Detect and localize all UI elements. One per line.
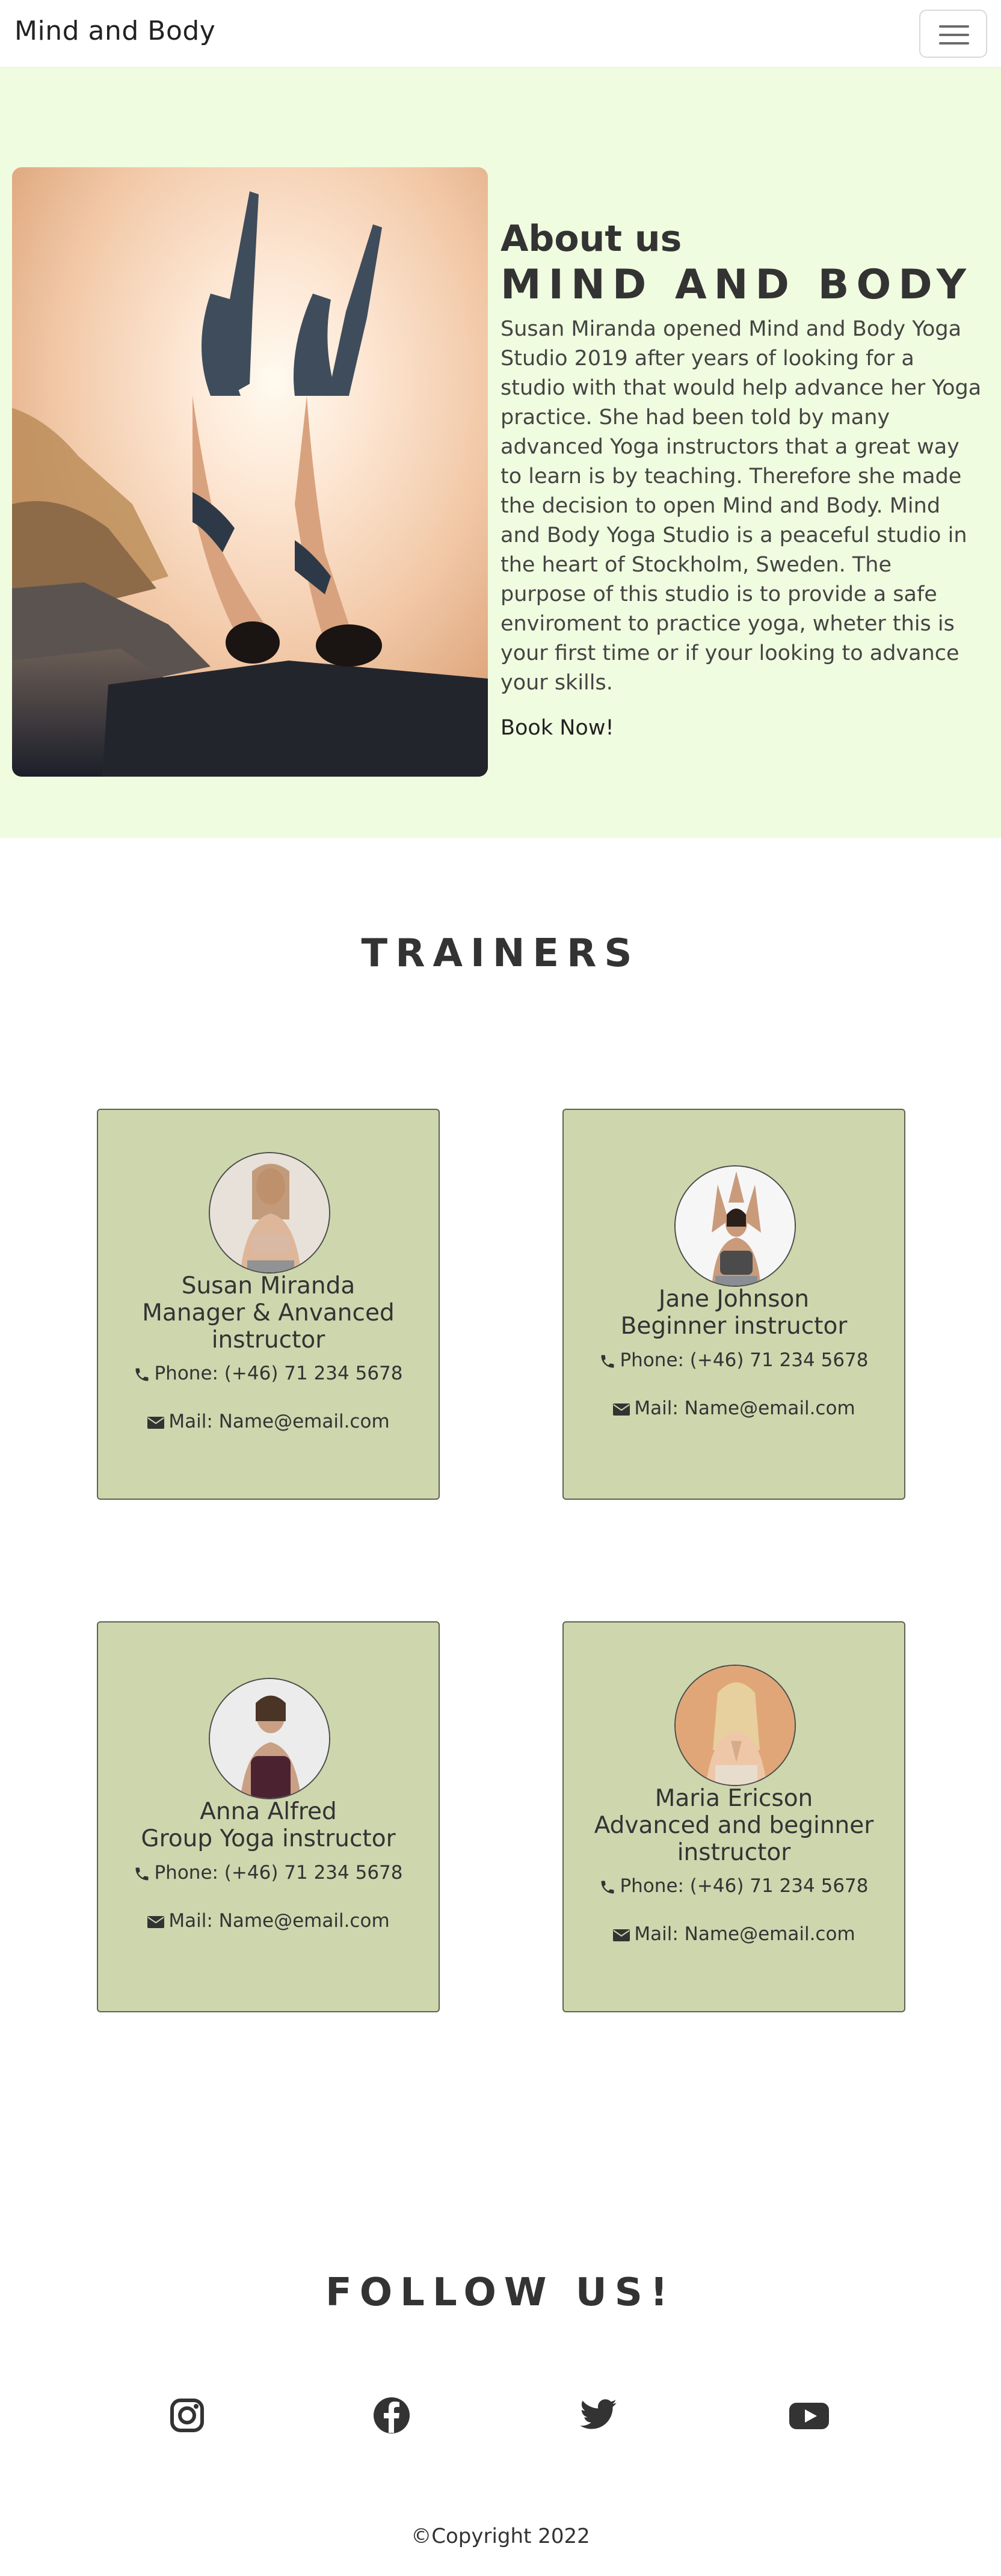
facebook-icon[interactable] <box>372 2396 411 2435</box>
follow-title: FOLLOW US! <box>325 2270 676 2315</box>
trainer-name: Jane Johnson <box>658 1286 810 1313</box>
mail-icon <box>147 1915 165 1928</box>
phone-icon <box>601 1355 614 1367</box>
about-heading: About us <box>500 218 682 260</box>
trainer-phone-text: Phone: (+46) 71 234 5678 <box>620 1349 869 1371</box>
phone-icon <box>135 1867 149 1880</box>
about-section: About us MIND AND BODY Susan Miranda ope… <box>0 68 1001 838</box>
trainer-phone-text: Phone: (+46) 71 234 5678 <box>154 1862 403 1884</box>
trainer-name: Maria Ericson <box>654 1785 813 1812</box>
trainer-mail: Mail: Name@email.com <box>564 1397 904 1419</box>
about-body: Susan Miranda opened Mind and Body Yoga … <box>500 317 982 695</box>
mail-icon <box>613 1929 630 1941</box>
trainer-phone: Phone: (+46) 71 234 5678 <box>564 1875 904 1897</box>
copyright-text: ©Copyright 2022 <box>411 2524 590 2548</box>
trainer-phone: Phone: (+46) 71 234 5678 <box>98 1363 439 1384</box>
yoga-headstand-photo <box>12 167 488 777</box>
youtube-icon[interactable] <box>788 2396 829 2435</box>
trainer-card: Jane Johnson Beginner instructor Phone: … <box>562 1109 905 1500</box>
trainer-mail-text: Mail: Name@email.com <box>634 1923 855 1945</box>
menu-toggle-button[interactable] <box>919 10 987 58</box>
trainer-avatar <box>209 1152 330 1274</box>
phone-icon <box>135 1368 149 1381</box>
trainer-role: Group Yoga instructor <box>141 1825 396 1852</box>
about-text: About us MIND AND BODY Susan Miranda ope… <box>500 217 982 740</box>
trainer-phone-text: Phone: (+46) 71 234 5678 <box>620 1875 869 1897</box>
trainer-mail: Mail: Name@email.com <box>98 1910 439 1932</box>
navbar: Mind and Body <box>0 0 1001 68</box>
mail-icon <box>613 1403 630 1416</box>
mail-icon <box>147 1416 165 1429</box>
trainers-title: TRAINERS <box>361 931 640 976</box>
trainer-mail: Mail: Name@email.com <box>564 1923 904 1945</box>
hamburger-icon-line <box>939 34 969 36</box>
hamburger-icon-line <box>939 42 969 45</box>
trainer-name: Susan Miranda <box>181 1272 356 1299</box>
trainer-card: Maria Ericson Advanced and beginner inst… <box>562 1621 905 2012</box>
trainer-mail: Mail: Name@email.com <box>98 1411 439 1432</box>
trainer-phone: Phone: (+46) 71 234 5678 <box>98 1862 439 1884</box>
trainer-role: Beginner instructor <box>620 1313 848 1340</box>
trainer-mail-text: Mail: Name@email.com <box>168 1411 390 1432</box>
trainer-phone-text: Phone: (+46) 71 234 5678 <box>154 1363 403 1384</box>
trainer-phone: Phone: (+46) 71 234 5678 <box>564 1349 904 1371</box>
about-title: MIND AND BODY <box>500 261 974 309</box>
hamburger-icon <box>939 25 969 28</box>
trainer-mail-text: Mail: Name@email.com <box>634 1397 855 1419</box>
book-now-link[interactable]: Book Now! <box>500 716 614 740</box>
trainer-mail-text: Mail: Name@email.com <box>168 1910 390 1932</box>
trainer-avatar <box>674 1165 796 1287</box>
trainer-card: Susan Miranda Manager & Anvanced instruc… <box>97 1109 440 1500</box>
trainer-role: Manager & Anvanced instructor <box>142 1299 395 1354</box>
trainer-name: Anna Alfred <box>200 1798 337 1825</box>
brand-link[interactable]: Mind and Body <box>14 16 215 46</box>
trainer-card: Anna Alfred Group Yoga instructor Phone:… <box>97 1621 440 2012</box>
trainer-role: Advanced and beginner instructor <box>594 1812 874 1866</box>
trainer-avatar <box>674 1665 796 1786</box>
instagram-icon[interactable] <box>167 2396 207 2435</box>
phone-icon <box>601 1881 614 1893</box>
twitter-icon[interactable] <box>579 2397 618 2436</box>
trainer-avatar <box>209 1678 330 1799</box>
